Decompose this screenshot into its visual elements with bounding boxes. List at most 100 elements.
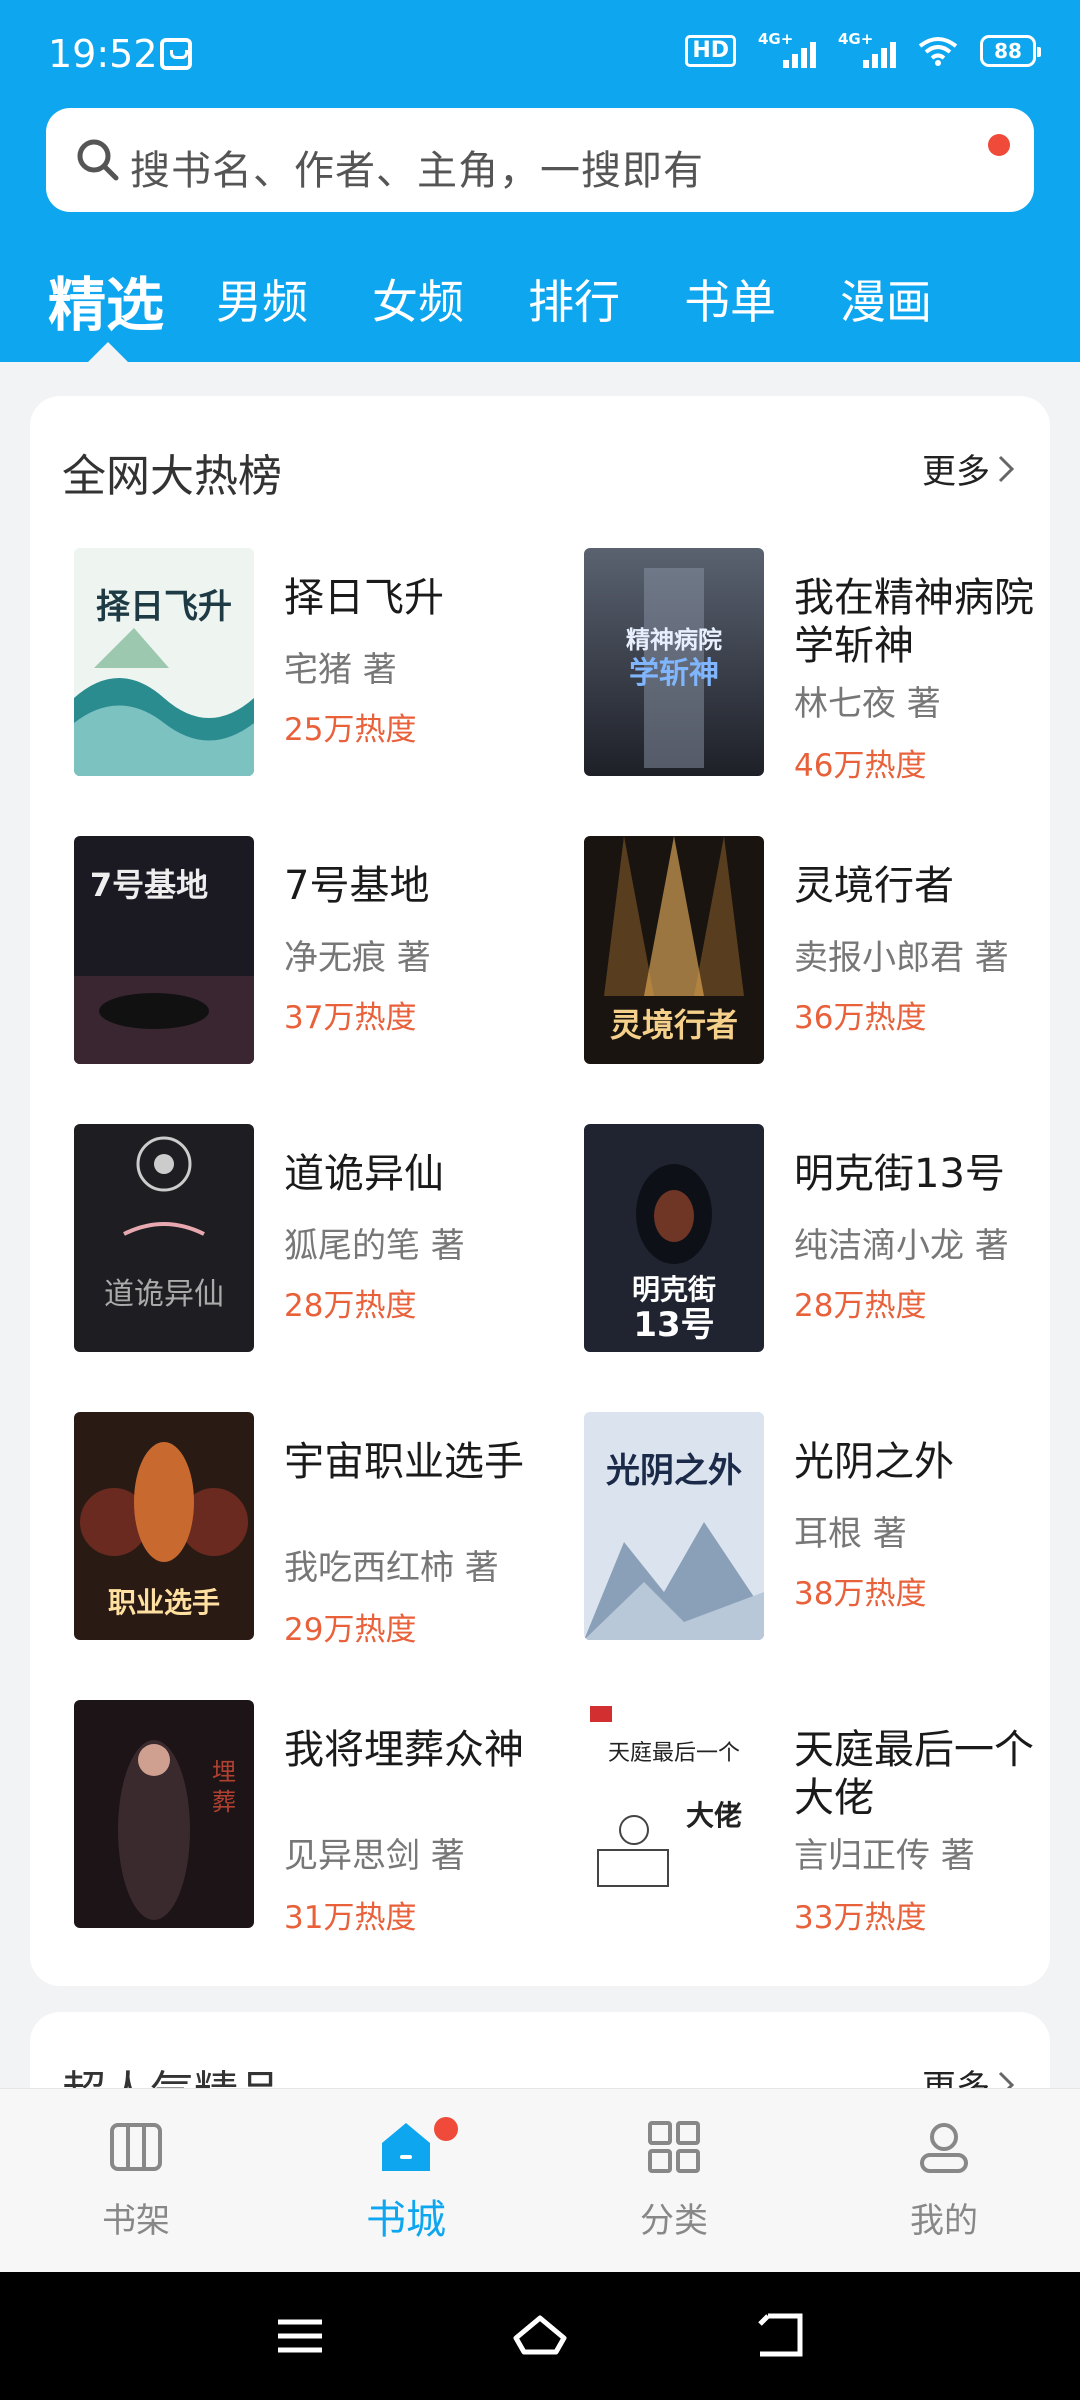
book-author: 林七夜 著 bbox=[794, 684, 941, 724]
book-heat: 33万热度 bbox=[794, 1900, 927, 1936]
svg-text:天庭最后一个: 天庭最后一个 bbox=[608, 1741, 740, 1766]
home-button-icon[interactable] bbox=[512, 2308, 568, 2364]
notification-dot bbox=[988, 134, 1010, 156]
cover-art: 7号基地 bbox=[74, 836, 254, 1064]
nav-label: 书城 bbox=[366, 2197, 446, 2243]
book-title: 我在精神病院学斩神 bbox=[794, 575, 1034, 669]
book-cover: 明克街 13号 bbox=[584, 1124, 764, 1352]
more-link[interactable]: 更多 bbox=[922, 444, 1016, 493]
tab-ranking[interactable]: 排行 bbox=[528, 266, 620, 332]
book-item[interactable]: 明克街 13号 明克街13号 纯洁滴小龙 著 28万热度 bbox=[584, 1124, 1080, 1364]
chevron-right-icon bbox=[998, 455, 1015, 482]
book-title: 明克街13号 bbox=[794, 1151, 1005, 1197]
more-label: 更多 bbox=[922, 452, 990, 492]
book-item[interactable]: 埋 葬 我将埋葬众神 见异思剑 著 31万热度 bbox=[74, 1700, 574, 1940]
book-heat: 25万热度 bbox=[284, 712, 417, 748]
book-author: 我吃西红柿 著 bbox=[284, 1548, 499, 1588]
svg-text:葬: 葬 bbox=[212, 1788, 236, 1816]
tab-comics[interactable]: 漫画 bbox=[840, 266, 932, 332]
svg-text:职业选手: 职业选手 bbox=[108, 1586, 220, 1619]
svg-text:学斩神: 学斩神 bbox=[629, 656, 719, 691]
status-bar: 19:52 HD 4G+ 4G+ 88 bbox=[0, 0, 1080, 100]
book-cover: 光阴之外 bbox=[584, 1412, 764, 1640]
notification-dot bbox=[434, 2117, 458, 2141]
book-item[interactable]: 道诡异仙 道诡异仙 狐尾的笔 著 28万热度 bbox=[74, 1124, 574, 1364]
cover-art: 职业选手 bbox=[74, 1412, 254, 1640]
book-author: 见异思剑 著 bbox=[284, 1836, 465, 1876]
svg-text:灵境行者: 灵境行者 bbox=[610, 1006, 738, 1044]
nav-category[interactable]: 分类 bbox=[594, 2117, 754, 2242]
book-cover: 7号基地 bbox=[74, 836, 254, 1064]
book-heat: 38万热度 bbox=[794, 1576, 927, 1612]
battery-icon: 88 bbox=[980, 35, 1041, 67]
book-item[interactable]: 光阴之外 光阴之外 耳根 著 38万热度 bbox=[584, 1412, 1080, 1652]
tab-booklist[interactable]: 书单 bbox=[684, 266, 776, 332]
svg-text:精神病院: 精神病院 bbox=[626, 626, 722, 654]
system-nav-bar bbox=[0, 2272, 1080, 2400]
book-item[interactable]: 精神病院 学斩神 我在精神病院学斩神 林七夜 著 46万热度 bbox=[584, 548, 1080, 788]
book-author: 狐尾的笔 著 bbox=[284, 1226, 465, 1266]
book-heat: 46万热度 bbox=[794, 748, 927, 784]
notification-app-icon bbox=[160, 38, 192, 70]
svg-text:7号基地: 7号基地 bbox=[90, 866, 208, 904]
wifi-icon bbox=[918, 37, 958, 66]
nav-label: 分类 bbox=[640, 2201, 708, 2241]
svg-text:明克街: 明克街 bbox=[632, 1273, 716, 1306]
book-author: 言归正传 著 bbox=[794, 1836, 975, 1876]
hd-voice-icon: HD bbox=[685, 35, 736, 67]
nav-profile[interactable]: 我的 bbox=[864, 2117, 1024, 2242]
book-item[interactable]: 择日飞升 择日飞升 宅猪 著 25万热度 bbox=[74, 548, 574, 788]
active-tab-indicator bbox=[88, 342, 128, 362]
book-author: 卖报小郎君 著 bbox=[794, 938, 1009, 978]
status-indicators: HD 4G+ 4G+ 88 bbox=[685, 30, 1041, 68]
book-item[interactable]: 灵境行者 灵境行者 卖报小郎君 著 36万热度 bbox=[584, 836, 1080, 1076]
cover-art: 光阴之外 bbox=[584, 1412, 764, 1640]
book-author: 耳根 著 bbox=[794, 1514, 907, 1554]
cover-art: 明克街 13号 bbox=[584, 1124, 764, 1352]
back-icon[interactable] bbox=[752, 2308, 808, 2364]
book-item[interactable]: 天庭最后一个 大佬 天庭最后一个大佬 言归正传 著 33万热度 bbox=[584, 1700, 1080, 1940]
book-title: 7号基地 bbox=[284, 863, 430, 909]
book-heat: 28万热度 bbox=[284, 1288, 417, 1324]
search-placeholder: 搜书名、作者、主角，一搜即有 bbox=[130, 148, 704, 194]
book-heat: 36万热度 bbox=[794, 1000, 927, 1036]
nav-bookstore[interactable]: 书城 bbox=[326, 2117, 486, 2245]
search-icon bbox=[77, 139, 119, 181]
tab-female[interactable]: 女频 bbox=[372, 266, 464, 332]
tab-featured[interactable]: 精选 bbox=[48, 258, 164, 342]
bottom-nav: 书架 书城 分类 我的 bbox=[0, 2088, 1080, 2272]
book-title: 光阴之外 bbox=[794, 1439, 954, 1485]
home-icon bbox=[382, 2123, 430, 2171]
nav-label: 我的 bbox=[910, 2201, 978, 2241]
book-title: 宇宙职业选手 bbox=[284, 1439, 524, 1485]
hot-list-card: 全网大热榜 更多 择日飞升 择日飞升 宅猪 著 25万热度 精神病院 学斩神 我… bbox=[30, 396, 1050, 1986]
book-cover: 道诡异仙 bbox=[74, 1124, 254, 1352]
tab-male[interactable]: 男频 bbox=[216, 266, 308, 332]
profile-icon bbox=[920, 2123, 968, 2173]
cover-art: 道诡异仙 bbox=[74, 1124, 254, 1352]
svg-text:光阴之外: 光阴之外 bbox=[606, 1451, 742, 1491]
book-cover: 择日飞升 bbox=[74, 548, 254, 776]
menu-icon[interactable] bbox=[272, 2308, 328, 2364]
nav-bookshelf[interactable]: 书架 bbox=[56, 2117, 216, 2242]
book-cover: 精神病院 学斩神 bbox=[584, 548, 764, 776]
book-item[interactable]: 职业选手 宇宙职业选手 我吃西红柿 著 29万热度 bbox=[74, 1412, 574, 1652]
cover-art: 精神病院 学斩神 bbox=[584, 548, 764, 776]
book-cover: 灵境行者 bbox=[584, 836, 764, 1064]
svg-text:埋: 埋 bbox=[212, 1758, 236, 1786]
book-item[interactable]: 7号基地 7号基地 净无痕 著 37万热度 bbox=[74, 836, 574, 1076]
nav-label: 书架 bbox=[102, 2201, 170, 2241]
book-title: 择日飞升 bbox=[284, 575, 444, 621]
book-cover: 埋 葬 bbox=[74, 1700, 254, 1928]
search-bar[interactable]: 搜书名、作者、主角，一搜即有 bbox=[46, 108, 1034, 212]
svg-text:大佬: 大佬 bbox=[686, 1799, 742, 1832]
book-title: 我将埋葬众神 bbox=[284, 1727, 524, 1773]
book-heat: 29万热度 bbox=[284, 1612, 417, 1648]
book-title: 道诡异仙 bbox=[284, 1151, 444, 1197]
book-heat: 37万热度 bbox=[284, 1000, 417, 1036]
cover-art: 埋 葬 bbox=[74, 1700, 254, 1928]
book-cover: 职业选手 bbox=[74, 1412, 254, 1640]
book-author: 纯洁滴小龙 著 bbox=[794, 1226, 1009, 1266]
status-time: 19:52 bbox=[48, 32, 158, 76]
svg-text:13号: 13号 bbox=[633, 1305, 714, 1345]
